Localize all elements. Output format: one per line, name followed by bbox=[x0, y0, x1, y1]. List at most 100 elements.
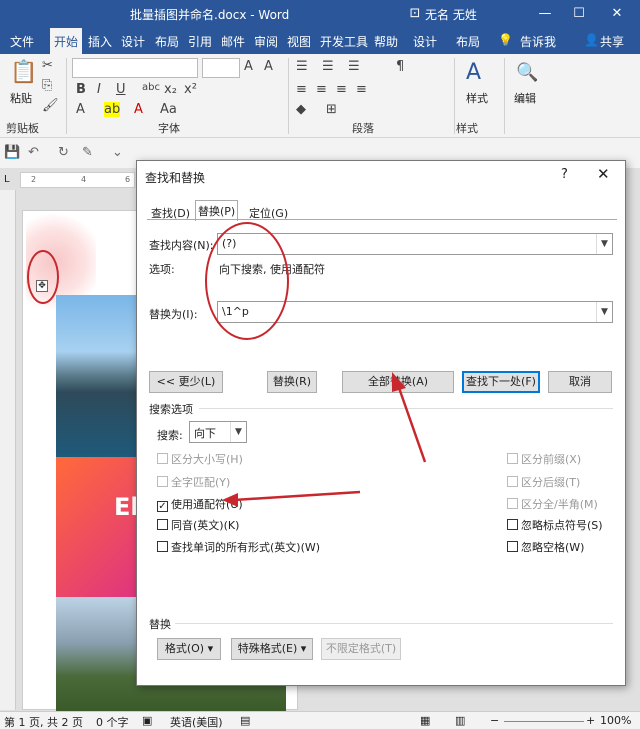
zoom-slider[interactable] bbox=[504, 721, 584, 722]
tab-review[interactable]: 审阅 bbox=[254, 33, 278, 50]
sounds-like-checkbox[interactable]: 同音(英文)(K) bbox=[157, 517, 239, 533]
match-prefix-checkbox[interactable]: 区分前缀(X) bbox=[507, 451, 581, 467]
match-case-checkbox[interactable]: 区分大小写(H) bbox=[157, 451, 243, 467]
word-count[interactable]: 0 个字 bbox=[96, 714, 129, 729]
format-button[interactable]: 格式(O) ▾ bbox=[157, 638, 221, 660]
font-name-box[interactable] bbox=[72, 58, 198, 78]
person-icon[interactable]: 👤 bbox=[584, 33, 599, 47]
customize-icon[interactable]: ⌄ bbox=[112, 145, 123, 160]
ignore-punctuation-checkbox[interactable]: 忽略标点符号(S) bbox=[507, 517, 603, 533]
whole-word-checkbox[interactable]: 全字匹配(Y) bbox=[157, 474, 230, 490]
tab-table-design[interactable]: 设计 bbox=[413, 33, 437, 50]
search-direction-select[interactable]: 向下 ▼ bbox=[189, 421, 247, 443]
web-layout-icon[interactable]: ▥ bbox=[455, 714, 465, 727]
paste-icon[interactable]: 📋 bbox=[10, 60, 37, 85]
dialog-close-icon[interactable]: ✕ bbox=[597, 165, 610, 183]
close-button[interactable]: ✕ bbox=[604, 4, 630, 24]
show-marks-icon[interactable]: ¶ bbox=[396, 59, 404, 74]
redo-icon[interactable]: ↻ bbox=[58, 145, 69, 160]
shading-icon[interactable]: ◆ bbox=[296, 102, 306, 117]
special-button[interactable]: 特殊格式(E) ▾ bbox=[231, 638, 313, 660]
maximize-button[interactable]: ☐ bbox=[566, 4, 592, 24]
underline-icon[interactable]: U bbox=[116, 82, 126, 97]
grow-font-icon[interactable]: A bbox=[244, 59, 253, 74]
macro-icon[interactable]: ▤ bbox=[240, 714, 250, 727]
tell-me-search[interactable]: 告诉我 bbox=[520, 33, 556, 50]
find-next-button[interactable]: 查找下一处(F) bbox=[462, 371, 540, 393]
search-direction-label: 搜索: bbox=[157, 429, 183, 442]
strikethrough-icon[interactable]: abc bbox=[142, 82, 160, 93]
tab-view[interactable]: 视图 bbox=[287, 33, 311, 50]
italic-icon[interactable]: I bbox=[97, 82, 101, 97]
text-effects-icon[interactable]: A bbox=[76, 102, 85, 117]
undo-icon[interactable]: ↶ bbox=[28, 145, 39, 160]
bullets-icon[interactable]: ☰ bbox=[296, 59, 308, 74]
save-icon[interactable]: 💾 bbox=[4, 145, 20, 160]
wildcards-checkbox[interactable]: ✓ 使用通配符(U) bbox=[157, 496, 243, 512]
match-suffix-checkbox[interactable]: 区分后缀(T) bbox=[507, 474, 580, 490]
cut-icon[interactable]: ✂ bbox=[42, 58, 53, 73]
tab-layout[interactable]: 布局 bbox=[155, 33, 179, 50]
zoom-out-icon[interactable]: − bbox=[490, 714, 499, 727]
language[interactable]: 英语(美国) bbox=[170, 714, 223, 729]
tab-help[interactable]: 帮助 bbox=[374, 33, 398, 50]
cancel-button[interactable]: 取消 bbox=[548, 371, 612, 393]
shrink-font-icon[interactable]: A bbox=[264, 59, 273, 74]
ignore-whitespace-checkbox[interactable]: 忽略空格(W) bbox=[507, 539, 584, 555]
ribbon-display-icon[interactable]: ⊡ bbox=[402, 4, 428, 24]
chevron-down-icon[interactable]: ▼ bbox=[596, 302, 612, 322]
paste-label[interactable]: 粘贴 bbox=[10, 90, 32, 106]
find-icon[interactable]: 🔍 bbox=[516, 62, 538, 83]
subscript-icon[interactable]: x₂ bbox=[164, 82, 177, 97]
font-size-box[interactable] bbox=[202, 58, 240, 78]
zoom-in-icon[interactable]: + bbox=[586, 714, 595, 727]
zoom-level[interactable]: 100% bbox=[600, 714, 631, 727]
read-mode-icon[interactable]: ▦ bbox=[420, 714, 430, 727]
borders-icon[interactable]: ⊞ bbox=[326, 102, 337, 117]
tab-home[interactable]: 开始 bbox=[50, 28, 83, 54]
tab-selector[interactable]: L bbox=[4, 174, 10, 185]
tab-mailings[interactable]: 邮件 bbox=[221, 33, 245, 50]
tab-references[interactable]: 引用 bbox=[188, 33, 212, 50]
multilevel-list-icon[interactable]: ☰ bbox=[348, 59, 360, 74]
editing-button[interactable]: 编辑 bbox=[514, 90, 536, 106]
section-divider bbox=[199, 408, 613, 409]
page-count[interactable]: 第 1 页, 共 2 页 bbox=[4, 714, 83, 729]
align-center-icon[interactable]: ≡ bbox=[316, 82, 327, 97]
align-right-icon[interactable]: ≡ bbox=[336, 82, 347, 97]
copy-icon[interactable]: ⎘ bbox=[42, 78, 52, 93]
styles-button[interactable]: 样式 bbox=[466, 90, 488, 106]
numbering-icon[interactable]: ☰ bbox=[322, 59, 334, 74]
find-label: 查找内容(N): bbox=[149, 239, 214, 252]
styles-icon[interactable]: A bbox=[466, 60, 481, 85]
chevron-down-icon[interactable]: ▼ bbox=[230, 422, 246, 442]
tab-replace[interactable]: 替换(P) bbox=[195, 200, 239, 221]
tab-table-layout[interactable]: 布局 bbox=[456, 33, 480, 50]
tab-developer[interactable]: 开发工具 bbox=[320, 33, 368, 50]
format-painter-icon[interactable]: 🖌 bbox=[42, 98, 59, 113]
tab-file[interactable]: 文件 bbox=[10, 33, 34, 50]
user-name[interactable]: 无名 无姓 bbox=[425, 6, 477, 23]
align-left-icon[interactable]: ≡ bbox=[296, 82, 307, 97]
bold-icon[interactable]: B bbox=[76, 82, 86, 97]
share-button[interactable]: 共享 bbox=[600, 33, 624, 50]
justify-icon[interactable]: ≡ bbox=[356, 82, 367, 97]
all-word-forms-checkbox[interactable]: 查找单词的所有形式(英文)(W) bbox=[157, 539, 320, 555]
font-color-icon[interactable]: A bbox=[134, 102, 143, 117]
match-width-checkbox[interactable]: 区分全/半角(M) bbox=[507, 496, 598, 512]
tab-insert[interactable]: 插入 bbox=[88, 33, 112, 50]
change-case-icon[interactable]: Aa bbox=[160, 102, 177, 117]
superscript-icon[interactable]: x² bbox=[184, 82, 197, 97]
chevron-down-icon[interactable]: ▼ bbox=[596, 234, 612, 254]
lightbulb-icon[interactable]: 💡 bbox=[498, 33, 513, 47]
replace-all-button[interactable]: 全部替换(A) bbox=[342, 371, 454, 393]
highlight-icon[interactable]: ab bbox=[104, 102, 121, 117]
proofing-icon[interactable]: ▣ bbox=[142, 714, 152, 727]
help-icon[interactable]: ? bbox=[561, 167, 568, 182]
no-formatting-button[interactable]: 不限定格式(T) bbox=[321, 638, 401, 660]
less-button[interactable]: << 更少(L) bbox=[149, 371, 223, 393]
tab-design[interactable]: 设计 bbox=[121, 33, 145, 50]
format-icon[interactable]: ✎ bbox=[82, 145, 93, 160]
replace-button[interactable]: 替换(R) bbox=[267, 371, 317, 393]
minimize-button[interactable]: — bbox=[532, 4, 558, 24]
